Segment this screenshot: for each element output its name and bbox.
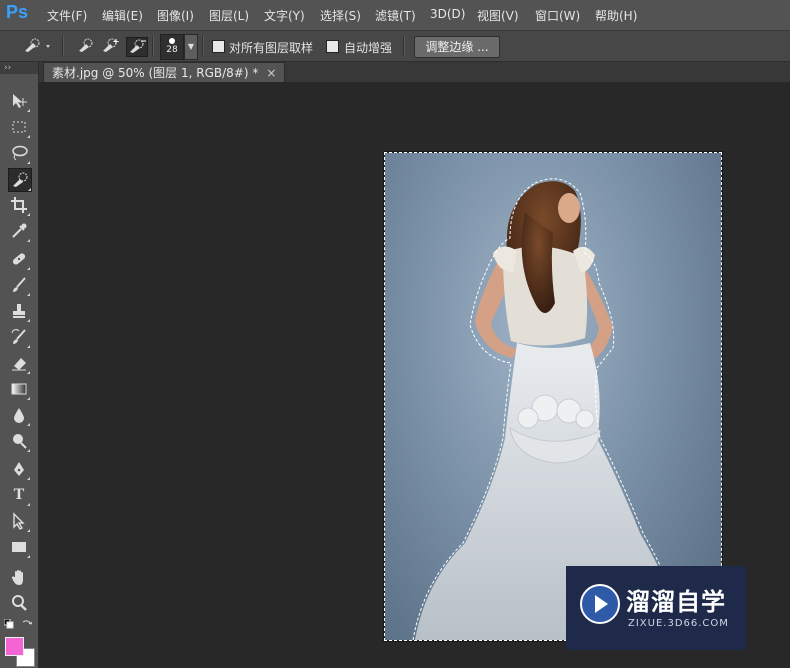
crop-icon — [11, 197, 27, 213]
gradient-icon — [11, 383, 27, 395]
separator — [62, 36, 64, 56]
separator — [152, 36, 154, 56]
play-logo-icon — [580, 584, 620, 624]
menu-edit[interactable]: 编辑(E) — [102, 7, 143, 24]
quick-selection-icon — [13, 172, 28, 187]
menu-window[interactable]: 窗口(W) — [535, 7, 580, 24]
watermark-url: ZIXUE.3D66.COM — [628, 618, 729, 629]
new-selection-button[interactable] — [76, 37, 96, 55]
refine-edge-button[interactable]: 调整边缘 ... — [414, 36, 500, 58]
eraser-icon — [12, 358, 26, 371]
sample-all-layers-checkbox[interactable] — [212, 40, 225, 53]
stamp-icon — [13, 304, 25, 318]
crop-tool[interactable] — [8, 194, 30, 216]
quick-selection-icon — [25, 38, 50, 52]
tools-panel: T — [0, 62, 39, 668]
eyedropper-tool[interactable] — [8, 220, 30, 242]
menu-type[interactable]: 文字(Y) — [264, 7, 305, 24]
document-tab-title: 素材.jpg @ 50% (图层 1, RGB/8#) * — [52, 66, 259, 80]
path-selection-icon — [13, 512, 25, 530]
clone-stamp-tool[interactable] — [8, 300, 30, 322]
hand-tool[interactable] — [8, 566, 30, 588]
rectangle-icon — [12, 542, 26, 552]
zoom-icon — [12, 595, 27, 611]
lasso-tool[interactable] — [8, 142, 30, 164]
zoom-tool[interactable] — [8, 592, 30, 614]
menu-help[interactable]: 帮助(H) — [595, 7, 637, 24]
chevron-down-icon: ▼ — [187, 42, 195, 51]
toolbox-collapse-handle[interactable]: ›› — [0, 62, 38, 74]
history-brush-icon — [11, 329, 26, 344]
brush-tool[interactable] — [8, 274, 30, 296]
auto-enhance-checkbox[interactable] — [326, 40, 339, 53]
auto-enhance-label: 自动增强 — [344, 41, 393, 55]
type-tool[interactable]: T — [8, 484, 30, 506]
menu-bar: Ps 文件(F) 编辑(E) 图像(I) 图层(L) 文字(Y) 选择(S) 滤… — [0, 0, 790, 31]
move-tool[interactable] — [8, 90, 30, 112]
brush-tip-icon — [169, 38, 175, 44]
pen-tool[interactable] — [8, 458, 30, 480]
move-icon — [13, 94, 27, 108]
photoshop-logo: Ps — [6, 2, 29, 22]
watermark-title: 溜溜自学 — [626, 588, 726, 616]
menu-select[interactable]: 选择(S) — [320, 7, 361, 24]
blur-tool[interactable] — [8, 404, 30, 426]
sample-all-layers-label: 对所有图层取样 — [229, 41, 314, 55]
brush-size-value: 28 — [166, 45, 178, 55]
drop-icon — [14, 408, 24, 423]
default-colors-icon[interactable] — [3, 618, 14, 629]
eyedropper-icon — [12, 223, 27, 238]
document-tab[interactable]: 素材.jpg @ 50% (图层 1, RGB/8#) * × — [43, 62, 286, 83]
foreground-color-swatch[interactable] — [5, 637, 24, 656]
healing-brush-tool[interactable] — [8, 248, 30, 270]
menu-file[interactable]: 文件(F) — [47, 7, 87, 24]
brush-picker-dropdown[interactable]: ▼ — [184, 34, 198, 60]
marquee-tool[interactable] — [8, 116, 30, 138]
menu-image[interactable]: 图像(I) — [157, 7, 194, 24]
tool-preset-picker[interactable] — [22, 37, 50, 55]
pen-icon — [14, 462, 24, 476]
hand-icon — [11, 570, 23, 585]
eraser-tool[interactable] — [8, 352, 30, 374]
path-selection-tool[interactable] — [8, 510, 30, 532]
add-to-selection-button[interactable] — [100, 37, 120, 55]
swap-colors-icon[interactable] — [22, 618, 33, 628]
menu-filter[interactable]: 滤镜(T) — [375, 7, 416, 24]
menu-3d[interactable]: 3D(D) — [430, 7, 465, 21]
watermark: 溜溜自学 ZIXUE.3D66.COM — [566, 566, 746, 650]
menu-view[interactable]: 视图(V) — [477, 7, 519, 24]
subtract-selection-icon — [130, 39, 146, 53]
brush-size-picker[interactable]: 28 — [160, 34, 184, 60]
quick-selection-tool[interactable] — [8, 168, 32, 192]
dodge-tool[interactable] — [8, 430, 30, 452]
marquee-icon — [12, 121, 26, 133]
document-tab-strip: 素材.jpg @ 50% (图层 1, RGB/8#) * × — [39, 62, 790, 83]
brush-icon — [13, 277, 26, 292]
add-selection-icon — [103, 38, 119, 52]
gradient-tool[interactable] — [8, 378, 30, 400]
lasso-icon — [12, 145, 28, 161]
dodge-icon — [13, 434, 27, 449]
rectangle-tool[interactable] — [8, 536, 30, 558]
new-selection-icon — [79, 38, 93, 52]
separator — [403, 36, 405, 56]
separator — [202, 36, 204, 56]
menu-layer[interactable]: 图层(L) — [209, 7, 249, 24]
bandage-icon — [12, 253, 26, 265]
history-brush-tool[interactable] — [8, 326, 30, 348]
options-bar: 28 ▼ 对所有图层取样 自动增强 调整边缘 ... — [0, 31, 790, 62]
close-icon[interactable]: × — [266, 66, 276, 80]
subtract-from-selection-button[interactable] — [126, 37, 148, 57]
